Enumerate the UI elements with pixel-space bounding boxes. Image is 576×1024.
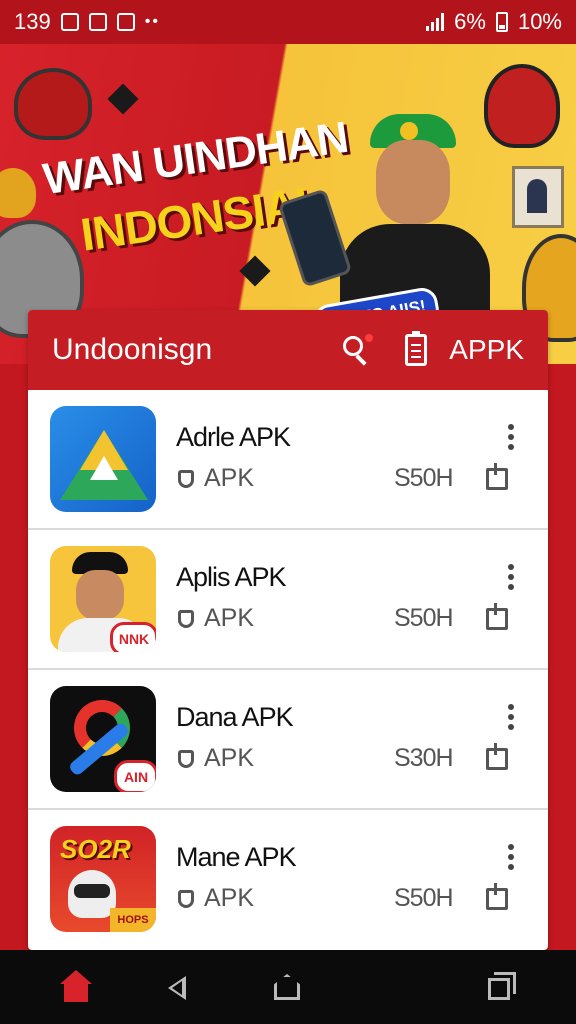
icon-title: SO2R xyxy=(60,834,131,864)
app-size: S30H xyxy=(394,744,454,772)
more-options-icon[interactable] xyxy=(508,564,514,590)
notification-icon xyxy=(88,13,107,31)
app-icon[interactable]: NNK xyxy=(50,546,156,652)
signal-text: 6% xyxy=(454,9,486,34)
helmet-image xyxy=(14,68,92,140)
clipboard-icon[interactable] xyxy=(405,331,428,366)
more-options-icon[interactable] xyxy=(508,704,514,730)
decoration-diamond xyxy=(239,255,271,287)
home-icon[interactable] xyxy=(270,970,306,1006)
page-title: Undoonisgn xyxy=(52,333,213,366)
status-bar: 139 •• 6% 10% xyxy=(0,0,576,44)
app-size: S50H xyxy=(394,884,454,912)
app-name[interactable]: Dana APK xyxy=(176,702,294,733)
status-time: 139 xyxy=(14,9,51,34)
portrait-frame xyxy=(512,166,564,228)
app-size: S50H xyxy=(394,604,454,632)
home-tab-icon[interactable] xyxy=(58,970,94,1006)
icon-corner-label: HOPS xyxy=(110,908,156,932)
list-item[interactable]: Adrle APK APK S50H xyxy=(28,390,548,530)
tag-icon xyxy=(178,610,194,628)
notification-dot xyxy=(365,334,374,342)
back-icon[interactable] xyxy=(162,970,198,1006)
tag-icon xyxy=(178,890,194,908)
list-item[interactable]: AIN Dana APK APK S30H xyxy=(28,670,548,810)
more-options-icon[interactable] xyxy=(508,424,514,450)
battery-text: 10% xyxy=(517,9,562,34)
app-icon[interactable]: SO2R HOPS xyxy=(50,826,156,932)
notification-icon xyxy=(60,13,79,31)
app-type: APK xyxy=(204,884,255,912)
search-button[interactable] xyxy=(339,332,375,368)
decoration-diamond xyxy=(107,83,139,115)
download-icon[interactable] xyxy=(486,463,508,490)
app-name[interactable]: Adrle APK xyxy=(176,422,291,453)
card-header: Undoonisgn APPK xyxy=(28,310,548,390)
download-icon[interactable] xyxy=(486,743,508,770)
list-item[interactable]: NNK Aplis APK APK S50H xyxy=(28,530,548,670)
helmet-image xyxy=(0,168,36,218)
recent-apps-icon[interactable] xyxy=(484,970,520,1006)
app-list-card: Undoonisgn APPK Adrle APK APK S50H NNK A… xyxy=(28,310,548,950)
signal-icon xyxy=(426,13,445,31)
status-more-dots: •• xyxy=(144,13,160,30)
tag-icon xyxy=(178,470,194,488)
app-type: APK xyxy=(204,744,255,772)
battery-icon xyxy=(495,12,508,32)
more-options-icon[interactable] xyxy=(508,844,514,870)
app-name[interactable]: Mane APK xyxy=(176,842,297,873)
app-type: APK xyxy=(204,604,255,632)
list-item[interactable]: SO2R HOPS Mane APK APK S50H xyxy=(28,810,548,950)
search-icon xyxy=(343,336,364,356)
app-list: Adrle APK APK S50H NNK Aplis APK APK S50… xyxy=(28,390,548,950)
app-icon[interactable]: AIN xyxy=(50,686,156,792)
app-size: S50H xyxy=(394,464,454,492)
app-type: APK xyxy=(204,464,255,492)
download-icon[interactable] xyxy=(486,603,508,630)
icon-badge: AIN xyxy=(114,760,156,792)
navigation-bar xyxy=(0,950,576,1024)
icon-badge: NNK xyxy=(110,622,156,652)
app-icon[interactable] xyxy=(50,406,156,512)
notification-icon xyxy=(116,13,135,31)
tag-icon xyxy=(178,750,194,768)
apk-filter-button[interactable]: APPK xyxy=(449,334,524,366)
app-name[interactable]: Aplis APK xyxy=(176,562,287,593)
download-icon[interactable] xyxy=(486,883,508,910)
